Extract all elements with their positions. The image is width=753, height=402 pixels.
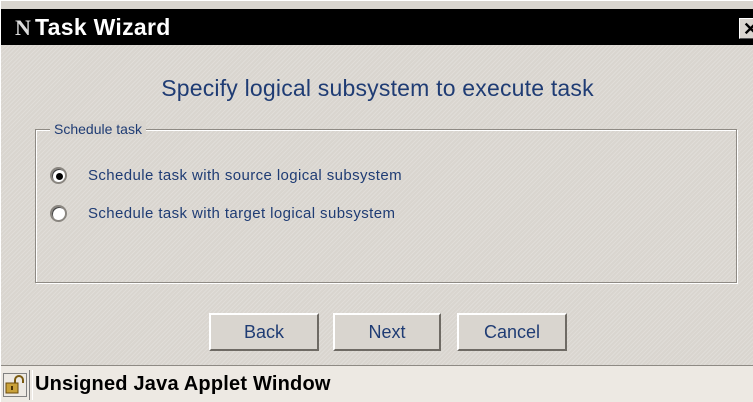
wizard-heading: Specify logical subsystem to execute tas… xyxy=(161,75,594,101)
cancel-button[interactable]: Cancel xyxy=(457,313,567,351)
radio-button-unselected[interactable] xyxy=(50,205,67,222)
group-legend: Schedule task xyxy=(50,121,146,137)
back-button[interactable]: Back xyxy=(209,313,319,351)
unlocked-padlock-icon xyxy=(3,373,27,397)
close-button[interactable]: ✕ xyxy=(739,18,753,39)
radio-selected-dot xyxy=(56,173,63,180)
status-text: Unsigned Java Applet Window xyxy=(35,373,331,395)
radio-button-selected[interactable] xyxy=(50,167,67,184)
window-title: Task Wizard xyxy=(35,14,171,40)
status-separator xyxy=(29,370,33,400)
radio-label-source[interactable]: Schedule task with source logical subsys… xyxy=(88,167,402,184)
schedule-task-group: Schedule task Schedule task with source … xyxy=(35,121,737,283)
task-wizard-window: N Task Wizard ✕ Specify logical subsyste… xyxy=(0,0,753,402)
close-icon: ✕ xyxy=(743,19,753,39)
radio-label-target[interactable]: Schedule task with target logical subsys… xyxy=(88,205,395,222)
title-bar[interactable]: N Task Wizard ✕ xyxy=(1,9,753,45)
wizard-body: Specify logical subsystem to execute tas… xyxy=(1,45,753,365)
netscape-icon: N xyxy=(15,15,31,40)
next-button[interactable]: Next xyxy=(333,313,441,351)
status-bar: Unsigned Java Applet Window xyxy=(1,365,753,402)
